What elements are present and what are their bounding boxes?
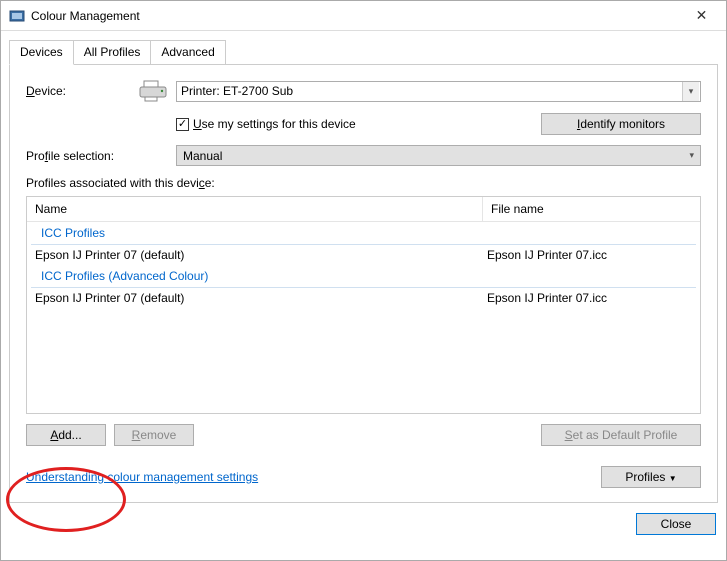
checkbox-icon: ✓ bbox=[176, 118, 189, 131]
tab-advanced[interactable]: Advanced bbox=[150, 40, 225, 65]
profile-selection-value: Manual bbox=[183, 149, 689, 163]
footer-link-row: Understanding colour management settings… bbox=[26, 466, 701, 488]
listview-group: ICC Profiles bbox=[31, 222, 696, 245]
device-row: Device: Printer: ET-2700 Sub ▾ bbox=[26, 79, 701, 103]
device-options-row: ✓ Use my settings for this device Identi… bbox=[26, 113, 701, 135]
device-dropdown[interactable]: Printer: ET-2700 Sub ▾ bbox=[176, 81, 701, 102]
tab-devices[interactable]: Devices bbox=[9, 40, 74, 65]
column-header-filename[interactable]: File name bbox=[483, 197, 700, 221]
understanding-link[interactable]: Understanding colour management settings bbox=[26, 470, 258, 484]
remove-button[interactable]: Remove bbox=[114, 424, 194, 446]
close-button[interactable]: Close bbox=[636, 513, 716, 535]
printer-icon bbox=[136, 79, 170, 103]
use-my-settings-checkbox[interactable]: ✓ Use my settings for this device bbox=[176, 117, 356, 131]
add-button[interactable]: Add... bbox=[26, 424, 106, 446]
listview-header: Name File name bbox=[27, 197, 700, 222]
profile-selection-label: Profile selection: bbox=[26, 149, 136, 163]
app-icon bbox=[9, 8, 25, 24]
set-default-profile-button[interactable]: Set as Default Profile bbox=[541, 424, 701, 446]
close-icon: ✕ bbox=[696, 7, 708, 24]
profiles-associated-label: Profiles associated with this device: bbox=[26, 176, 701, 190]
column-header-name[interactable]: Name bbox=[27, 197, 483, 221]
listview-group: ICC Profiles (Advanced Colour) bbox=[31, 265, 696, 288]
chevron-down-icon: ▾ bbox=[682, 82, 699, 101]
list-item-file: Epson IJ Printer 07.icc bbox=[487, 248, 692, 262]
tab-all-profiles[interactable]: All Profiles bbox=[73, 40, 152, 65]
identify-monitors-button[interactable]: Identify monitors bbox=[541, 113, 701, 135]
list-item[interactable]: Epson IJ Printer 07 (default) Epson IJ P… bbox=[27, 288, 700, 308]
list-item-name: Epson IJ Printer 07 (default) bbox=[35, 291, 487, 305]
profiles-button[interactable]: Profiles ▼ bbox=[601, 466, 701, 488]
profile-selection-dropdown[interactable]: Manual ▾ bbox=[176, 145, 701, 166]
tab-panel-devices: Device: Printer: ET-2700 Sub ▾ ✓ Use my … bbox=[9, 64, 718, 503]
device-label: Device: bbox=[26, 84, 136, 98]
list-item[interactable]: Epson IJ Printer 07 (default) Epson IJ P… bbox=[27, 245, 700, 265]
list-item-file: Epson IJ Printer 07.icc bbox=[487, 291, 692, 305]
titlebar: Colour Management ✕ bbox=[1, 1, 726, 31]
window-title: Colour Management bbox=[31, 9, 679, 23]
content-area: Devices All Profiles Advanced Device: Pr… bbox=[1, 31, 726, 503]
list-item-name: Epson IJ Printer 07 (default) bbox=[35, 248, 487, 262]
chevron-down-icon: ▼ bbox=[669, 474, 677, 483]
tab-strip: Devices All Profiles Advanced bbox=[9, 39, 718, 64]
profiles-listview[interactable]: Name File name ICC Profiles Epson IJ Pri… bbox=[26, 196, 701, 414]
window-close-button[interactable]: ✕ bbox=[679, 2, 724, 30]
profile-actions-row: Add... Remove Set as Default Profile bbox=[26, 424, 701, 446]
dialog-footer: Close bbox=[1, 503, 726, 545]
chevron-down-icon: ▾ bbox=[689, 150, 694, 161]
profile-selection-row: Profile selection: Manual ▾ bbox=[26, 145, 701, 166]
use-my-settings-label: Use my settings for this device bbox=[193, 117, 356, 131]
device-dropdown-value: Printer: ET-2700 Sub bbox=[181, 84, 682, 98]
